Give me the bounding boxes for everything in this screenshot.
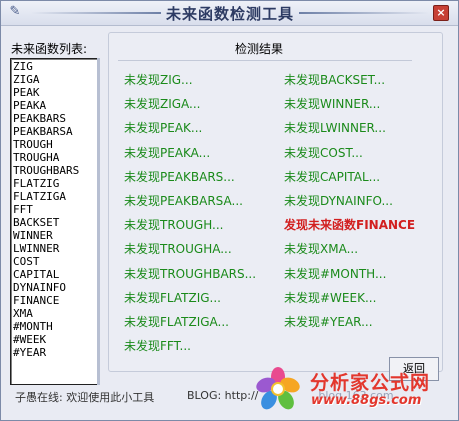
function-list-item[interactable]: TROUGHA	[13, 151, 98, 164]
status-welcome: 子愚在线: 欢迎使用此小工具	[15, 391, 155, 404]
function-list-item[interactable]: FINANCE	[13, 294, 98, 307]
function-list-item[interactable]: PEAKA	[13, 99, 98, 112]
watermark-name: 分析家公式网	[310, 372, 431, 394]
flower-logo-icon	[256, 367, 300, 410]
function-list-item[interactable]: TROUGH	[13, 138, 98, 151]
result-title: 检测结果	[234, 42, 283, 56]
watermark-url: www.88gs.com	[311, 393, 422, 408]
function-list-item[interactable]: DYNAINFO	[13, 281, 98, 294]
result-item-right: 未发现DYNAINFO...	[284, 194, 393, 208]
result-item-found: 发现未来函数FINANCE	[284, 218, 416, 232]
result-item-right: 未发现XMA...	[284, 242, 359, 256]
window-title: 未来函数检测工具	[165, 5, 294, 23]
main-window: ✎ 未来函数检测工具 × 未来函数列表: ZIG ZIGA PEAK PEAKA PEA…	[0, 0, 459, 421]
result-item-right: 未发现#WEEK...	[284, 291, 377, 305]
result-item-left: 未发现TROUGHBARS...	[124, 267, 257, 281]
function-list-item[interactable]: WINNER	[13, 229, 98, 242]
result-item-left: 未发现PEAKA...	[124, 146, 211, 160]
result-item-left: 未发现PEAKBARS...	[124, 170, 235, 184]
result-item-right: 未发现COST...	[284, 146, 363, 160]
function-listbox[interactable]: ZIG ZIGA PEAK PEAKA PEAKBARS PEAKBARSA TROUGH T…	[10, 58, 99, 385]
app-icon: ✎	[9, 4, 21, 19]
function-list-item[interactable]: LWINNER	[13, 242, 98, 255]
result-item-left: 未发现TROUGH...	[124, 218, 224, 232]
close-icon[interactable]: ×	[433, 5, 449, 21]
status-blog-prefix: BLOG: http://	[187, 389, 259, 402]
title-bar[interactable]: ✎ 未来函数检测工具 ×	[1, 1, 458, 26]
function-list-item[interactable]: ZIG	[13, 60, 98, 73]
result-item-right: 未发现BACKSET...	[284, 73, 386, 87]
result-item-left: 未发现PEAKBARSA...	[124, 194, 243, 208]
function-list-item[interactable]: XMA	[13, 307, 98, 320]
function-list-item[interactable]: PEAKBARS	[13, 112, 98, 125]
result-item-left: 未发现ZIGA...	[124, 97, 201, 111]
function-list-item[interactable]: PEAK	[13, 86, 98, 99]
function-list-item[interactable]: FFT	[13, 203, 98, 216]
result-item-left: 未发现TROUGHA...	[124, 242, 232, 256]
result-item-left: 未发现PEAK...	[124, 121, 203, 135]
result-item-right: 未发现LWINNER...	[284, 121, 386, 135]
function-list-item[interactable]: CAPITAL	[13, 268, 98, 281]
function-list-item[interactable]: TROUGHBARS	[13, 164, 98, 177]
title-decoration-left	[31, 12, 161, 14]
result-item-right: 未发现#YEAR...	[284, 315, 373, 329]
list-scrollbar[interactable]	[97, 58, 100, 385]
function-list-item[interactable]: FLATZIG	[13, 177, 98, 190]
function-list-label: 未来函数列表:	[11, 42, 88, 56]
result-item-left: 未发现FFT...	[124, 339, 191, 353]
watermark: 分析家公式网 www.88gs.com	[256, 363, 456, 419]
function-list-item[interactable]: PEAKBARSA	[13, 125, 98, 138]
result-item-left: 未发现FLATZIGA...	[124, 315, 229, 329]
title-decoration-right	[299, 12, 429, 14]
function-list-item[interactable]: #MONTH	[13, 320, 98, 333]
result-item-left: 未发现FLATZIG...	[124, 291, 221, 305]
function-list-item[interactable]: BACKSET	[13, 216, 98, 229]
function-list-item[interactable]: FLATZIGA	[13, 190, 98, 203]
function-list-item[interactable]: ZIGA	[13, 73, 98, 86]
function-list-item[interactable]: #WEEK	[13, 333, 98, 346]
result-item-left: 未发现ZIG...	[124, 73, 193, 87]
result-item-right: 未发现#MONTH...	[284, 267, 387, 281]
result-item-right: 未发现WINNER...	[284, 97, 381, 111]
function-list-item[interactable]: COST	[13, 255, 98, 268]
function-list: ZIG ZIGA PEAK PEAKA PEAKBARS PEAKBARSA TROUGH T…	[11, 59, 98, 359]
function-list-item[interactable]: #YEAR	[13, 346, 98, 359]
result-item-right: 未发现CAPITAL...	[284, 170, 381, 184]
result-divider	[118, 60, 412, 61]
